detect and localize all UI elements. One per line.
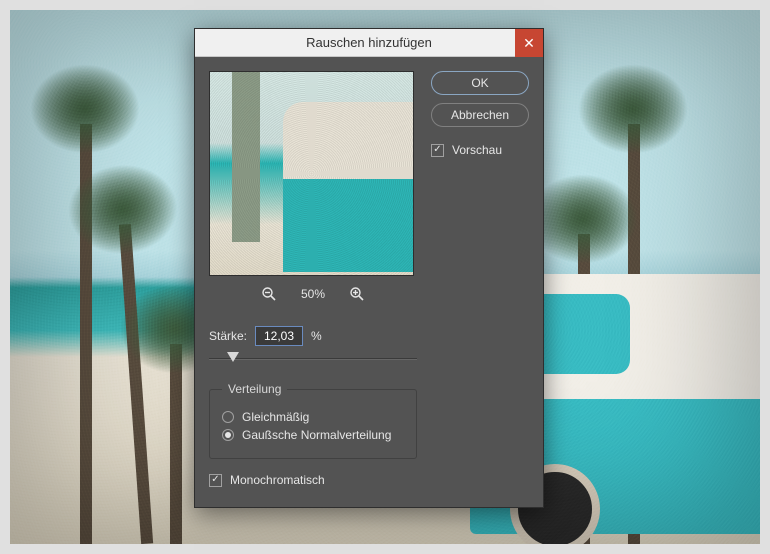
monochromatic-checkbox[interactable]: Monochromatisch — [209, 473, 417, 487]
button-label: OK — [471, 76, 488, 90]
amount-slider[interactable] — [209, 352, 417, 368]
checkbox-icon — [209, 474, 222, 487]
distribution-gaussian-radio[interactable]: Gaußsche Normalverteilung — [222, 428, 404, 442]
bg-palm — [170, 344, 182, 544]
bg-palm — [119, 224, 153, 544]
amount-input[interactable] — [255, 326, 303, 346]
cancel-button[interactable]: Abbrechen — [431, 103, 529, 127]
zoom-in-button[interactable] — [347, 284, 367, 304]
distribution-group: Verteilung Gleichmäßig Gaußsche Normalve… — [209, 382, 417, 459]
radio-icon — [222, 411, 234, 423]
amount-unit: % — [311, 329, 322, 343]
preview-checkbox[interactable]: Vorschau — [431, 143, 529, 157]
ok-button[interactable]: OK — [431, 71, 529, 95]
zoom-in-icon — [349, 286, 365, 302]
radio-label: Gleichmäßig — [242, 410, 309, 424]
slider-thumb[interactable] — [227, 352, 239, 362]
close-icon: ✕ — [523, 35, 535, 52]
zoom-level: 50% — [301, 287, 325, 301]
checkbox-label: Monochromatisch — [230, 473, 325, 487]
radio-icon — [222, 429, 234, 441]
checkbox-icon — [431, 144, 444, 157]
zoom-out-button[interactable] — [259, 284, 279, 304]
dialog-titlebar[interactable]: Rauschen hinzufügen ✕ — [195, 29, 543, 57]
dialog-title: Rauschen hinzufügen — [306, 35, 432, 50]
radio-label: Gaußsche Normalverteilung — [242, 428, 391, 442]
button-label: Abbrechen — [451, 108, 509, 122]
distribution-uniform-radio[interactable]: Gleichmäßig — [222, 410, 404, 424]
close-button[interactable]: ✕ — [515, 29, 543, 57]
slider-track — [209, 358, 417, 360]
amount-label: Stärke: — [209, 329, 247, 343]
zoom-out-icon — [261, 286, 277, 302]
preview-thumbnail[interactable] — [209, 71, 414, 276]
distribution-legend: Verteilung — [222, 382, 287, 396]
add-noise-dialog: Rauschen hinzufügen ✕ 50% — [194, 28, 544, 508]
checkbox-label: Vorschau — [452, 143, 502, 157]
